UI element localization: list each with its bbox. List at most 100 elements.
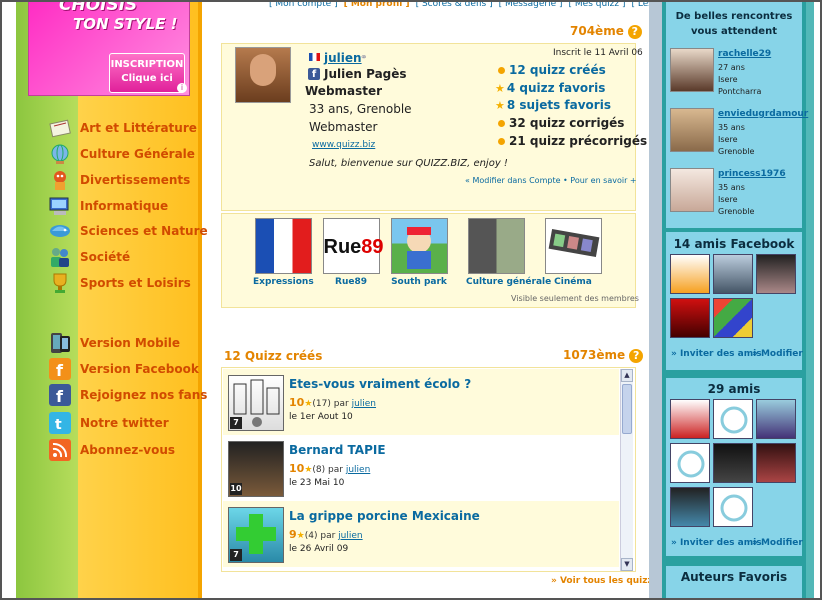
scroll-down-icon[interactable]: ▼ <box>621 558 633 571</box>
scroll-up-icon[interactable]: ▲ <box>621 369 633 382</box>
quiz-rating: 9★(4) par julien <box>289 528 363 541</box>
friend-thumbnail[interactable] <box>670 399 710 439</box>
favorite-authors-title: Auteurs Favoris <box>680 570 788 584</box>
left-margin <box>2 0 16 600</box>
stat-created-link[interactable]: 12 quizz créés <box>509 63 606 77</box>
quiz-author[interactable]: julien <box>352 399 376 409</box>
bullet-icon <box>498 138 505 145</box>
nav-my-account[interactable]: [ Mon compte ] <box>269 0 338 9</box>
friend-thumbnail[interactable] <box>713 298 753 338</box>
quizzes-title: 12 Quizz créés <box>224 349 323 363</box>
top-navigation: [ Mon compte ] [ Mon profil ] [ Scores & d… <box>266 0 710 10</box>
favorite-label: South park <box>391 277 447 287</box>
friend-thumbnail[interactable] <box>670 487 710 527</box>
quiz-item[interactable]: 7 La grippe porcine Mexicaine 9★(4) par … <box>223 501 619 567</box>
stat-subjects[interactable]: ★ 8 sujets favoris <box>495 98 611 112</box>
link-mobile-version[interactable]: Version Mobile <box>48 332 208 354</box>
quiz-score: 10 <box>289 396 305 409</box>
stat-created[interactable]: 12 quizz créés <box>498 63 606 77</box>
signup-button-label: INSCRIPTION <box>110 59 184 70</box>
category-computing[interactable]: Informatique <box>48 195 208 217</box>
member-card[interactable]: enviedugrdamour 35 ans Isere Grenoble <box>670 108 808 164</box>
favorite-label: Cinéma <box>554 277 592 287</box>
quiz-author[interactable]: julien <box>338 531 362 541</box>
favorite-item[interactable]: Expressions <box>253 218 314 287</box>
link-facebook-version[interactable]: f Version Facebook <box>48 358 208 380</box>
friend-thumbnail[interactable] <box>756 443 796 483</box>
friend-thumbnail[interactable] <box>713 254 753 294</box>
category-art[interactable]: Art et Littérature <box>48 117 208 139</box>
modify-friends-link[interactable]: » Modifier <box>752 349 803 359</box>
invite-friends-link[interactable]: » Inviter des amis <box>671 349 762 359</box>
invite-friends-link[interactable]: » Inviter des amis <box>671 538 762 548</box>
stat-subjects-link[interactable]: 8 sujets favoris <box>507 98 611 112</box>
friend-thumbnail[interactable] <box>670 298 710 338</box>
stat-precorrected: 21 quizz précorrigés <box>498 134 647 148</box>
nav-my-quizzes[interactable]: [ Mes quizz ] <box>569 0 626 9</box>
quiz-title[interactable]: La grippe porcine Mexicaine <box>289 509 480 523</box>
quiz-votes: (4) <box>304 531 318 541</box>
modify-friends-link[interactable]: » Modifier <box>752 538 803 548</box>
profile-fullname: Julien Pagès <box>324 67 407 81</box>
favorite-image <box>467 218 525 274</box>
stat-favorites[interactable]: ★ 4 quizz favoris <box>495 81 605 95</box>
nav-my-profile[interactable]: [ Mon profil ] <box>344 0 410 9</box>
info-icon[interactable]: i <box>177 83 187 93</box>
profile-username[interactable]: julien <box>324 51 362 65</box>
favorite-item[interactable]: Rue89 Rue89 <box>321 218 384 287</box>
extra-label: Rejoignez nos fans <box>80 388 208 402</box>
link-subscribe[interactable]: Abonnez-vous <box>48 439 208 461</box>
member-card[interactable]: rachelle29 27 ans Isere Pontcharra <box>670 48 800 104</box>
stat-favorites-link[interactable]: 4 quizz favoris <box>507 81 605 95</box>
friend-thumbnail[interactable] <box>756 399 796 439</box>
help-icon[interactable]: ? <box>629 348 644 363</box>
link-twitter[interactable]: t Notre twitter <box>48 412 208 434</box>
signup-button[interactable]: INSCRIPTION Clique ici <box>109 53 185 93</box>
quiz-date: le 23 Mai 10 <box>289 478 345 488</box>
see-all-quizzes-link[interactable]: » Voir tous les quizz <box>551 576 653 586</box>
quiz-title[interactable]: Etes-vous vraiment écolo ? <box>289 377 471 391</box>
nav-scores[interactable]: [ Scores & défis ] <box>416 0 493 9</box>
scroll-thumb[interactable] <box>622 384 632 434</box>
signup-banner[interactable]: CHOISIS TON STYLE ! INSCRIPTION Clique i… <box>28 0 190 96</box>
quiz-item[interactable]: 10 Bernard TAPIE 10★(8) par julien le 23… <box>223 435 619 501</box>
extra-label: Version Facebook <box>80 362 199 376</box>
category-general-culture[interactable]: Culture Générale <box>48 143 208 165</box>
category-sports[interactable]: Sports et Loisirs <box>48 272 208 294</box>
category-label: Société <box>80 250 131 264</box>
trophy-icon <box>48 272 72 294</box>
member-name[interactable]: princess1976 <box>718 169 786 179</box>
member-name[interactable]: rachelle29 <box>718 49 771 59</box>
friend-thumbnail[interactable] <box>670 254 710 294</box>
category-label: Informatique <box>80 199 169 213</box>
member-card[interactable]: princess1976 35 ans Isere Grenoble <box>670 168 800 224</box>
quiz-list-scrollbar[interactable]: ▲ ▼ <box>620 369 633 571</box>
default-avatar-icon[interactable] <box>713 487 753 527</box>
help-icon[interactable]: ? <box>627 24 642 39</box>
quiz-author[interactable]: julien <box>346 465 370 475</box>
nav-messages[interactable]: [ Messagerie ] <box>499 0 563 9</box>
category-entertainment[interactable]: Divertissements <box>48 169 208 191</box>
profile-rank-value: 704ème <box>570 24 624 38</box>
profile-website[interactable]: www.quizz.biz <box>312 140 375 150</box>
member-name[interactable]: enviedugrdamour <box>718 109 808 119</box>
quiz-item[interactable]: 7 Etes-vous vraiment écolo ? 10★(17) par… <box>223 369 619 435</box>
category-society[interactable]: Société <box>48 246 208 268</box>
quiz-score: 9 <box>289 528 297 541</box>
member-city: Grenoble <box>718 207 755 216</box>
profile-modify-link[interactable]: « Modifier dans Compte • Pour en savoir … <box>465 176 637 185</box>
category-science-nature[interactable]: Sciences et Nature <box>48 220 208 242</box>
favorite-item[interactable]: Cinéma <box>543 218 603 287</box>
favorite-item[interactable]: Culture générale <box>466 218 552 287</box>
friend-thumbnail[interactable] <box>756 254 796 294</box>
quiz-level-badge: 7 <box>230 549 242 561</box>
favorite-label: Culture générale <box>466 277 552 287</box>
default-avatar-icon[interactable] <box>670 443 710 483</box>
friend-thumbnail[interactable] <box>713 443 753 483</box>
default-avatar-icon[interactable] <box>713 399 753 439</box>
quiz-title[interactable]: Bernard TAPIE <box>289 443 386 457</box>
favorite-item[interactable]: South park <box>389 218 449 287</box>
link-join-fans[interactable]: f Rejoignez nos fans <box>48 384 208 406</box>
star-icon: ★ <box>296 531 305 541</box>
quizzes-rank-value: 1073ème <box>563 348 626 362</box>
